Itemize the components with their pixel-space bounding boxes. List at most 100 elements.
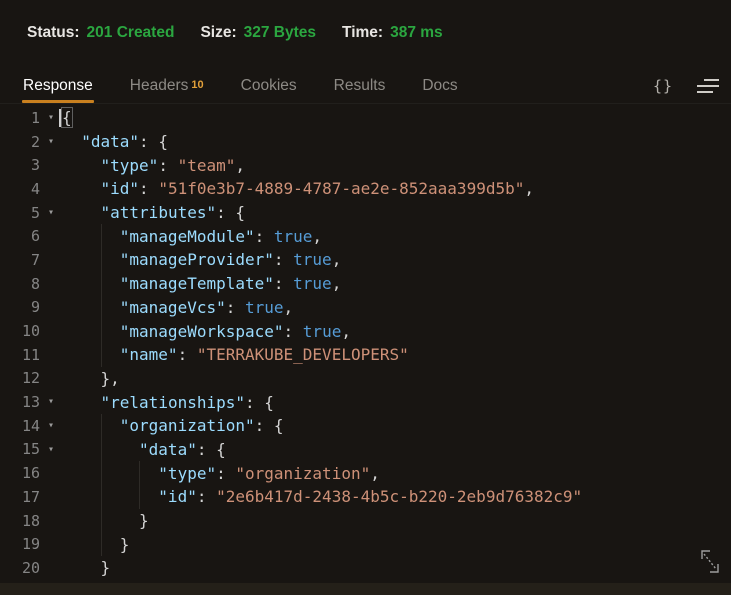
code-token: : { xyxy=(216,203,245,222)
code-token: "organization" xyxy=(120,416,255,435)
line-number: 2 xyxy=(10,133,40,151)
code-line: 7 "manageProvider": true, xyxy=(0,248,731,272)
line-number: 15 xyxy=(10,440,40,458)
code-line-content[interactable]: "relationships": { xyxy=(62,390,731,414)
line-number: 14 xyxy=(10,417,40,435)
status-value: 387 ms xyxy=(390,24,443,42)
code-line-content[interactable]: "manageTemplate": true, xyxy=(62,272,731,296)
code-line-content[interactable]: "manageVcs": true, xyxy=(62,296,731,320)
code-token: , xyxy=(332,274,342,293)
code-line-content[interactable]: } xyxy=(62,532,731,556)
text-cursor xyxy=(59,109,61,127)
code-token: "id" xyxy=(158,487,197,506)
menu-icon[interactable] xyxy=(697,79,719,93)
status-label: Size: xyxy=(200,24,236,42)
fold-arrow-icon[interactable]: ▾ xyxy=(40,130,62,154)
code-line-content[interactable]: "manageWorkspace": true, xyxy=(62,319,731,343)
code-line: 10"manageWorkspace": true, xyxy=(0,319,731,343)
line-number: 3 xyxy=(10,156,40,174)
tab-label: Cookies xyxy=(241,77,297,95)
code-line-content[interactable]: "organization": { xyxy=(62,414,731,438)
indent-guide xyxy=(101,296,102,320)
code-line: 6"manageModule": true, xyxy=(0,224,731,248)
indent-guide xyxy=(101,438,102,462)
code-token: : xyxy=(178,345,197,364)
tab-badge: 10 xyxy=(191,79,203,91)
code-line-content[interactable]: "type": "team", xyxy=(62,153,731,177)
code-token: : xyxy=(226,298,245,317)
code-token: "id" xyxy=(101,179,140,198)
tabbar-icons: {} xyxy=(653,68,721,103)
code-line-content[interactable]: "data": { xyxy=(62,130,731,154)
fold-arrow-icon[interactable]: ▾ xyxy=(40,390,62,414)
code-token: , xyxy=(284,298,294,317)
status-item: Size:327 Bytes xyxy=(200,24,316,42)
line-number: 9 xyxy=(10,298,40,316)
tab-docs[interactable]: Docs xyxy=(422,68,457,103)
code-line: 18} xyxy=(0,509,731,533)
code-line-content[interactable]: "manageProvider": true, xyxy=(62,248,731,272)
line-number: 20 xyxy=(10,559,40,577)
fold-arrow-icon[interactable]: ▾ xyxy=(40,414,62,438)
code-token: "name" xyxy=(120,345,178,364)
code-token: "manageModule" xyxy=(120,227,255,246)
line-number: 16 xyxy=(10,464,40,482)
code-token: "manageTemplate" xyxy=(120,274,274,293)
code-line: 3 "type": "team", xyxy=(0,153,731,177)
format-json-icon[interactable]: {} xyxy=(653,77,673,95)
line-number: 13 xyxy=(10,393,40,411)
status-value: 201 Created xyxy=(87,24,175,42)
line-number: 8 xyxy=(10,275,40,293)
tab-response[interactable]: Response xyxy=(23,68,93,103)
tab-headers[interactable]: Headers10 xyxy=(130,68,204,103)
tab-cookies[interactable]: Cookies xyxy=(241,68,297,103)
status-label: Status: xyxy=(27,24,80,42)
code-line: 17"id": "2e6b417d-2438-4b5c-b220-2eb9d76… xyxy=(0,485,731,509)
response-status-bar: Status:201 CreatedSize:327 BytesTime:387… xyxy=(27,24,711,42)
code-token: , xyxy=(235,156,245,175)
code-line-content[interactable]: "id": "51f0e3b7-4889-4787-ae2e-852aaa399… xyxy=(62,177,731,201)
code-line-content[interactable]: { xyxy=(62,106,731,130)
code-token: , xyxy=(312,227,322,246)
line-number: 19 xyxy=(10,535,40,553)
code-area[interactable]: 1▾{2▾"data": {3"type": "team",4"id": "51… xyxy=(0,106,731,582)
code-line-content[interactable]: "manageModule": true, xyxy=(62,224,731,248)
code-token: true xyxy=(293,274,332,293)
code-token: "relationships" xyxy=(101,393,246,412)
indent-guide xyxy=(101,248,102,272)
code-line: 19} xyxy=(0,532,731,556)
response-panel: Status:201 CreatedSize:327 BytesTime:387… xyxy=(0,0,731,595)
code-line: 16 "type": "organization", xyxy=(0,461,731,485)
code-token: : xyxy=(197,487,216,506)
code-token: : { xyxy=(245,393,274,412)
code-token: : xyxy=(284,322,303,341)
code-line: 11"name": "TERRAKUBE_DEVELOPERS" xyxy=(0,343,731,367)
code-line: 9 "manageVcs": true, xyxy=(0,296,731,320)
expand-icon[interactable] xyxy=(695,545,725,579)
code-line-content[interactable]: "type": "organization", xyxy=(62,461,731,485)
code-line-content[interactable]: "data": { xyxy=(62,438,731,462)
tab-label: Docs xyxy=(422,77,457,95)
line-number: 12 xyxy=(10,369,40,387)
tab-results[interactable]: Results xyxy=(334,68,386,103)
code-line-content[interactable]: } xyxy=(62,509,731,533)
tab-label: Headers xyxy=(130,77,189,95)
line-number: 7 xyxy=(10,251,40,269)
indent-guide xyxy=(101,532,102,556)
code-line: 2▾"data": { xyxy=(0,130,731,154)
code-token: : { xyxy=(139,132,168,151)
code-line-content[interactable]: } xyxy=(62,556,731,580)
fold-arrow-icon[interactable]: ▾ xyxy=(40,201,62,225)
code-line-content[interactable]: "attributes": { xyxy=(62,201,731,225)
indent-guide xyxy=(101,485,102,509)
code-token: "TERRAKUBE_DEVELOPERS" xyxy=(197,345,409,364)
code-token: } xyxy=(120,535,130,554)
code-line-content[interactable]: "id": "2e6b417d-2438-4b5c-b220-2eb9d7638… xyxy=(62,485,731,509)
fold-arrow-icon[interactable]: ▾ xyxy=(40,438,62,462)
indent-guide xyxy=(101,319,102,343)
line-number: 5 xyxy=(10,204,40,222)
indent-guide xyxy=(101,343,102,367)
code-line-content[interactable]: }, xyxy=(62,367,731,391)
code-line-content[interactable]: "name": "TERRAKUBE_DEVELOPERS" xyxy=(62,343,731,367)
code-line: 14▾"organization": { xyxy=(0,414,731,438)
